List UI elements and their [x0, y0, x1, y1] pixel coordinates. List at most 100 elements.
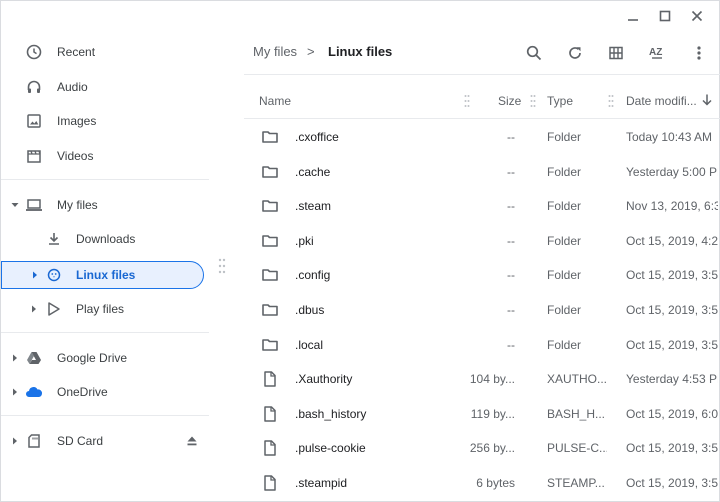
file-type: BASH_H...	[547, 406, 606, 421]
file-name: .pki	[295, 233, 314, 248]
file-type: Folder	[547, 233, 582, 248]
search-button[interactable]	[521, 40, 547, 66]
column-header-date-modified[interactable]: Date modifi...	[626, 94, 697, 108]
folder-icon	[261, 197, 279, 215]
sidebar-item-label: Linux files	[76, 268, 136, 282]
onedrive-icon	[25, 383, 43, 401]
file-row[interactable]: .bash_history 119 by... BASH_H... Oct 15, 2…	[244, 397, 720, 432]
file-type: Folder	[547, 199, 582, 214]
expand-arrow-icon[interactable]	[10, 200, 20, 210]
refresh-button[interactable]	[562, 40, 588, 66]
folder-icon	[261, 128, 279, 146]
sidebar-item-label: Downloads	[76, 232, 136, 246]
play-store-icon	[45, 300, 63, 318]
sidebar-divider	[1, 415, 209, 416]
file-name: .bash_history	[295, 406, 367, 421]
expand-arrow-icon[interactable]	[30, 270, 40, 280]
expand-arrow-icon[interactable]	[10, 436, 20, 446]
file-type: Folder	[547, 268, 582, 283]
sidebar-divider	[1, 179, 209, 180]
close-button[interactable]	[681, 5, 713, 27]
file-row[interactable]: .steampid 6 bytes STEAMP... Oct 15, 2019, 3…	[244, 466, 720, 501]
file-date-modified: Yesterday 4:53 PM	[626, 372, 718, 387]
file-date-modified: Oct 15, 2019, 3:5...	[626, 337, 718, 352]
breadcrumb-current: Linux files	[328, 44, 393, 59]
file-row[interactable]: .cxoffice -- Folder Today 10:43 AM	[244, 120, 720, 155]
file-row[interactable]: .pulse-cookie 256 by... PULSE-C... Oct 15, …	[244, 431, 720, 466]
sidebar-item-google-drive[interactable]: Google Drive	[1, 344, 209, 372]
file-row[interactable]: .pki -- Folder Oct 15, 2019, 4:2...	[244, 224, 720, 259]
sidebar-item-audio[interactable]: Audio	[1, 73, 209, 101]
clock-icon	[25, 43, 43, 61]
file-type: Folder	[547, 130, 582, 144]
file-row[interactable]: .config -- Folder Oct 15, 2019, 3:5...	[244, 258, 720, 293]
sort-button[interactable]: AZ	[644, 40, 670, 66]
svg-text:AZ: AZ	[649, 47, 662, 58]
column-resize-grip[interactable]	[608, 94, 614, 108]
sidebar-item-label: OneDrive	[57, 385, 108, 399]
grid-view-button[interactable]	[603, 40, 629, 66]
sidebar-item-onedrive[interactable]: OneDrive	[1, 378, 209, 406]
file-row[interactable]: .cache -- Folder Yesterday 5:00 PM	[244, 155, 720, 190]
eject-icon[interactable]	[183, 432, 201, 450]
download-icon	[45, 230, 63, 248]
sidebar-resize-handle[interactable]	[217, 257, 227, 275]
maximize-button[interactable]	[649, 5, 681, 27]
minimize-button[interactable]	[617, 5, 649, 27]
folder-icon	[261, 266, 279, 284]
file-icon	[261, 405, 279, 423]
file-row[interactable]: .local -- Folder Oct 15, 2019, 3:5...	[244, 328, 720, 363]
sort-descending-arrow-icon[interactable]	[701, 93, 713, 107]
expand-arrow-icon[interactable]	[10, 387, 20, 397]
files-app-window: Recent Audio Images Videos My files Down…	[0, 0, 720, 502]
search-icon	[526, 45, 542, 61]
laptop-icon	[25, 196, 43, 214]
file-row[interactable]: .steam -- Folder Nov 13, 2019, 6:3...	[244, 189, 720, 224]
sidebar-item-label: My files	[57, 198, 98, 212]
column-resize-grip[interactable]	[530, 94, 536, 108]
file-size: --	[507, 268, 515, 283]
file-date-modified: Nov 13, 2019, 6:3...	[626, 199, 718, 214]
file-type: Folder	[547, 337, 582, 352]
file-date-modified: Oct 15, 2019, 6:0...	[626, 406, 718, 421]
file-list-header: Name Size Type Date modifi...	[244, 85, 720, 119]
film-icon	[25, 147, 43, 165]
file-row[interactable]: .Xauthority 104 by... XAUTHO... Yesterday 4…	[244, 362, 720, 397]
file-name: .config	[295, 268, 331, 283]
sidebar-item-videos[interactable]: Videos	[1, 142, 209, 170]
column-header-name[interactable]: Name	[259, 94, 291, 108]
folder-icon	[261, 163, 279, 181]
sidebar-item-recent[interactable]: Recent	[1, 38, 209, 66]
file-date-modified: Oct 15, 2019, 3:5...	[626, 441, 718, 456]
sidebar-item-downloads[interactable]: Downloads	[1, 225, 209, 253]
file-date-modified: Yesterday 5:00 PM	[626, 164, 718, 179]
sidebar-item-my-files[interactable]: My files	[1, 191, 209, 219]
file-size: --	[507, 164, 515, 179]
sidebar-item-images[interactable]: Images	[1, 107, 209, 135]
sidebar-item-label: Recent	[57, 45, 96, 59]
file-row[interactable]: .dbus -- Folder Oct 15, 2019, 3:5...	[244, 293, 720, 328]
file-icon	[261, 474, 279, 492]
sidebar-divider	[1, 332, 209, 333]
column-resize-grip[interactable]	[464, 94, 470, 108]
file-size: --	[507, 199, 515, 214]
close-icon	[691, 10, 703, 22]
file-size: 119 by...	[470, 406, 515, 421]
column-header-size[interactable]: Size	[498, 94, 521, 108]
breadcrumb-my-files[interactable]: My files	[253, 44, 297, 59]
sidebar-item-label: SD Card	[57, 434, 104, 448]
sidebar-item-label: Google Drive	[57, 351, 128, 365]
sidebar-item-play-files[interactable]: Play files	[1, 295, 209, 323]
file-name: .pulse-cookie	[295, 441, 366, 456]
sidebar-item-linux-files[interactable]: Linux files	[1, 261, 204, 289]
sidebar-item-sd-card[interactable]: SD Card	[1, 427, 209, 455]
more-options-button[interactable]	[686, 40, 712, 66]
folder-icon	[261, 336, 279, 354]
expand-arrow-icon[interactable]	[10, 353, 20, 363]
file-name: .cxoffice	[295, 130, 339, 144]
expand-arrow-icon[interactable]	[29, 304, 39, 314]
file-type: STEAMP...	[547, 476, 605, 490]
file-name: .cache	[295, 164, 331, 179]
column-header-type[interactable]: Type	[547, 94, 573, 108]
file-date-modified: Oct 15, 2019, 3:5...	[626, 476, 718, 490]
